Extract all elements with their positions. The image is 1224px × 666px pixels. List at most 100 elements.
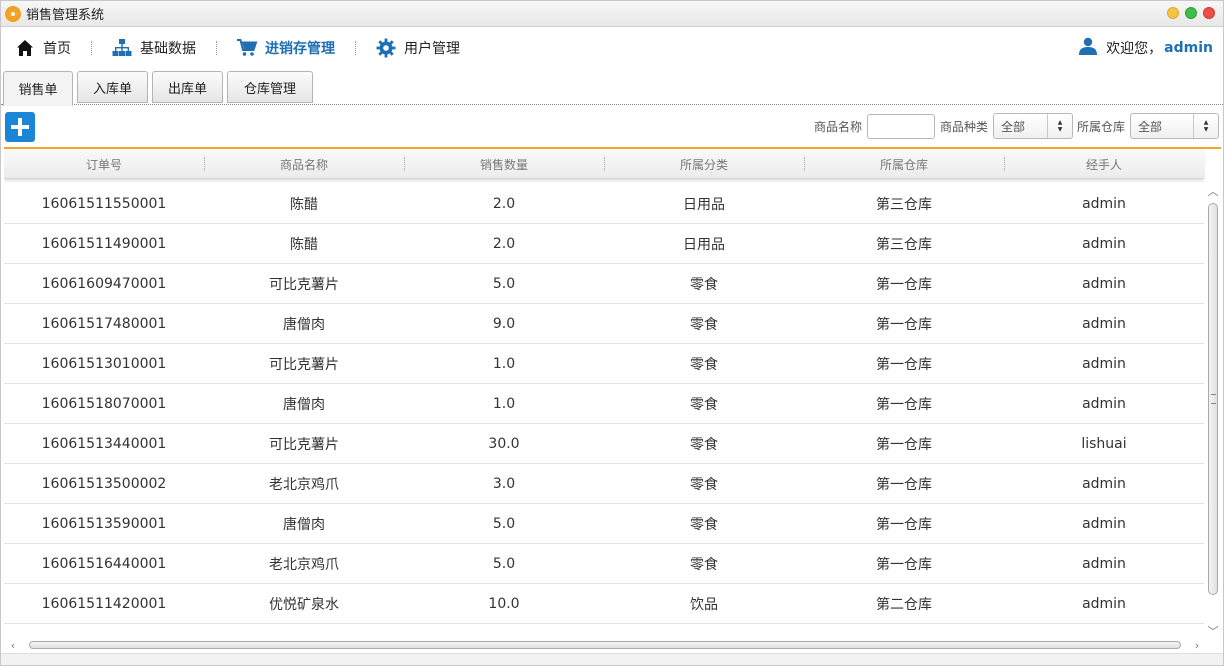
cell-handler: admin: [1082, 476, 1126, 492]
cell-warehouse: 第一仓库: [876, 357, 932, 373]
category-filter: 商品种类 全部 ▲ ▼: [940, 113, 1074, 139]
cell-quantity: 2.0: [492, 236, 516, 252]
app-logo-icon: [5, 5, 21, 22]
menu-item-inventory[interactable]: 进销存管理: [223, 27, 349, 69]
cell-product-name: 唐僧肉: [283, 317, 325, 333]
menu-item-home[interactable]: 首页: [1, 27, 85, 69]
cell-handler: admin: [1082, 596, 1126, 612]
table-row[interactable]: 16061513440001 可比克薯片 30.0 零食 第一仓库 lishuai: [4, 424, 1204, 464]
cell-warehouse: 第二仓库: [876, 597, 932, 613]
column-header-warehouse[interactable]: 所属仓库: [804, 149, 1004, 179]
vertical-scroll-thumb[interactable]: [1208, 203, 1218, 595]
scroll-right-icon[interactable]: ›: [1189, 637, 1205, 653]
cell-category: 零食: [690, 477, 718, 493]
menu-item-basic-data[interactable]: 基础数据: [98, 27, 210, 69]
column-header-quantity[interactable]: 销售数量: [404, 149, 604, 179]
table-row[interactable]: 16061511420001 优悦矿泉水 10.0 饮品 第二仓库 admin: [4, 584, 1204, 624]
table-row[interactable]: 16061609470001 可比克薯片 5.0 零食 第一仓库 admin: [4, 264, 1204, 304]
table-body: 16061511550001 陈醋 2.0 日用品 第三仓库 admin 160615114…: [4, 184, 1204, 624]
minimize-button[interactable]: [1167, 7, 1179, 19]
cell-category: 日用品: [683, 197, 725, 213]
cell-quantity: 5.0: [492, 276, 516, 292]
cell-category: 零食: [690, 277, 718, 293]
table-row[interactable]: 16061518070001 唐僧肉 1.0 零食 第一仓库 admin: [4, 384, 1204, 424]
cell-warehouse: 第一仓库: [876, 277, 932, 293]
warehouse-select-value: 全部: [1138, 119, 1163, 134]
category-select[interactable]: 全部 ▲ ▼: [993, 113, 1074, 139]
table-row[interactable]: 16061511550001 陈醋 2.0 日用品 第三仓库 admin: [4, 184, 1204, 224]
cell-quantity: 2.0: [492, 196, 516, 212]
grip-icon: [1211, 394, 1216, 404]
vertical-scrollbar[interactable]: ︿ ﹀: [1205, 181, 1221, 639]
cell-warehouse: 第三仓库: [876, 237, 932, 253]
menu-divider: [216, 41, 217, 55]
cell-category: 零食: [690, 357, 718, 373]
cell-order-no: 16061513010001: [41, 356, 167, 372]
table-row[interactable]: 16061516440001 老北京鸡爪 5.0 零食 第一仓库 admin: [4, 544, 1204, 584]
cell-handler: admin: [1082, 396, 1126, 412]
cell-product-name: 唐僧肉: [283, 517, 325, 533]
cell-warehouse: 第一仓库: [876, 317, 932, 333]
cart-icon: [237, 38, 257, 58]
cell-quantity: 9.0: [492, 316, 516, 332]
table-row[interactable]: 16061517480001 唐僧肉 9.0 零食 第一仓库 admin: [4, 304, 1204, 344]
maximize-button[interactable]: [1185, 7, 1197, 19]
cell-handler: admin: [1082, 316, 1126, 332]
cell-handler: admin: [1082, 516, 1126, 532]
username[interactable]: admin: [1164, 40, 1213, 56]
cell-quantity: 1.0: [492, 396, 516, 412]
table-header: 订单号 商品名称 销售数量 所属分类 所属仓库 经手人: [4, 149, 1204, 179]
menu-item-user-management[interactable]: 用户管理: [362, 27, 474, 69]
plus-icon: [11, 118, 29, 136]
cell-order-no: 16061513500002: [41, 476, 167, 492]
cell-warehouse: 第三仓库: [876, 197, 932, 213]
scroll-down-icon[interactable]: ﹀: [1205, 623, 1221, 639]
cell-order-no: 16061516440001: [41, 556, 167, 572]
tab-warehouse-management[interactable]: 仓库管理: [227, 71, 313, 103]
status-strip: [1, 653, 1223, 665]
warehouse-select[interactable]: 全部 ▲ ▼: [1130, 113, 1220, 139]
cell-product-name: 可比克薯片: [269, 437, 339, 453]
product-name-input[interactable]: [867, 113, 936, 139]
cell-product-name: 陈醋: [290, 237, 318, 253]
product-name-filter: 商品名称: [814, 113, 936, 139]
warehouse-label: 所属仓库: [1077, 119, 1126, 134]
table-row[interactable]: 16061511490001 陈醋 2.0 日用品 第三仓库 admin: [4, 224, 1204, 264]
table-row[interactable]: 16061513500002 老北京鸡爪 3.0 零食 第一仓库 admin: [4, 464, 1204, 504]
tab-stock-out[interactable]: 出库单: [152, 71, 223, 103]
warehouse-filter: 所属仓库 全部 ▲ ▼: [1077, 113, 1220, 139]
cell-quantity: 5.0: [492, 516, 516, 532]
cell-product-name: 可比克薯片: [269, 277, 339, 293]
title-bar: 销售管理系统: [1, 1, 1223, 27]
cell-warehouse: 第一仓库: [876, 517, 932, 533]
tab-stock-in[interactable]: 入库单: [77, 71, 148, 103]
horizontal-scroll-thumb[interactable]: [29, 641, 1181, 649]
add-button[interactable]: [5, 112, 35, 142]
horizontal-scrollbar[interactable]: ‹ ›: [5, 637, 1205, 653]
cell-category: 日用品: [683, 237, 725, 253]
cell-handler: admin: [1082, 236, 1126, 252]
cell-order-no: 16061517480001: [41, 316, 167, 332]
scroll-left-icon[interactable]: ‹: [5, 637, 21, 653]
column-header-product-name[interactable]: 商品名称: [204, 149, 404, 179]
category-select-value: 全部: [1001, 119, 1026, 134]
menu-item-label: 进销存管理: [265, 41, 335, 57]
cell-category: 零食: [690, 317, 718, 333]
toolbar: 商品名称 商品种类 全部 ▲ ▼ 所属仓库 全部 ▲ ▼: [1, 105, 1223, 147]
menu-item-label: 用户管理: [404, 41, 460, 57]
scroll-up-icon[interactable]: ︿: [1205, 183, 1221, 199]
column-header-handler[interactable]: 经手人: [1004, 149, 1204, 179]
column-header-order-no[interactable]: 订单号: [4, 149, 204, 179]
updown-arrows-icon: ▲ ▼: [1193, 114, 1218, 138]
cell-warehouse: 第一仓库: [876, 477, 932, 493]
cell-quantity: 5.0: [492, 556, 516, 572]
cell-product-name: 老北京鸡爪: [269, 557, 339, 573]
sub-tab-bar: 销售单 入库单 出库单 仓库管理: [1, 69, 1223, 106]
table-row[interactable]: 16061513590001 唐僧肉 5.0 零食 第一仓库 admin: [4, 504, 1204, 544]
column-header-category[interactable]: 所属分类: [604, 149, 804, 179]
table-row[interactable]: 16061513010001 可比克薯片 1.0 零食 第一仓库 admin: [4, 344, 1204, 384]
home-icon: [15, 38, 35, 58]
tab-sales-order[interactable]: 销售单: [3, 71, 73, 106]
close-button[interactable]: [1203, 7, 1215, 19]
cell-category: 零食: [690, 437, 718, 453]
